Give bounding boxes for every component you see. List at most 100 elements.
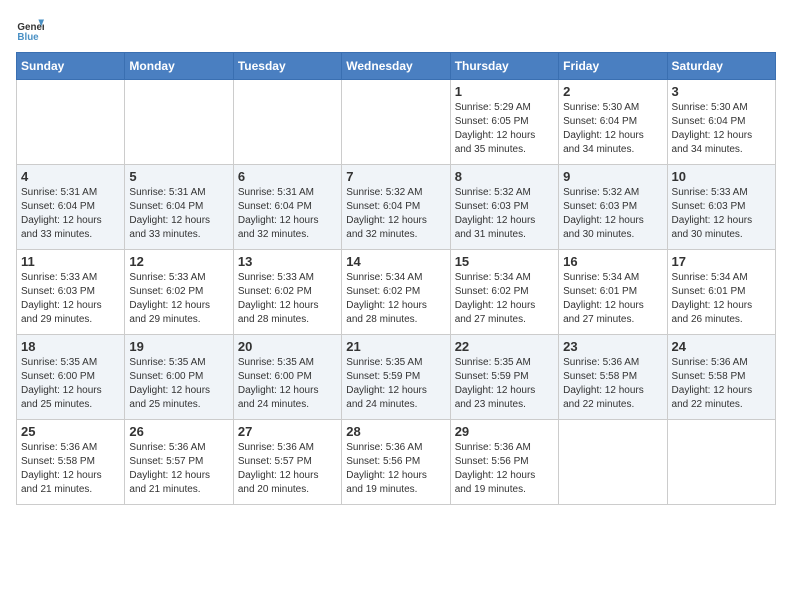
- calendar-cell: 19 Sunrise: 5:35 AM Sunset: 6:00 PM Dayli…: [125, 335, 233, 420]
- day-info: Sunrise: 5:30 AM Sunset: 6:04 PM Dayligh…: [672, 101, 771, 157]
- day-number: 20: [238, 339, 337, 354]
- calendar-cell: 22 Sunrise: 5:35 AM Sunset: 5:59 PM Dayli…: [450, 335, 558, 420]
- calendar-cell: 25 Sunrise: 5:36 AM Sunset: 5:58 PM Dayli…: [17, 420, 125, 505]
- calendar-cell: 4 Sunrise: 5:31 AM Sunset: 6:04 PM Daylig…: [17, 165, 125, 250]
- day-info: Sunrise: 5:32 AM Sunset: 6:04 PM Dayligh…: [346, 186, 445, 242]
- col-header-wednesday: Wednesday: [342, 53, 450, 80]
- day-number: 3: [672, 84, 771, 99]
- day-number: 21: [346, 339, 445, 354]
- calendar-cell: [233, 80, 341, 165]
- day-info: Sunrise: 5:31 AM Sunset: 6:04 PM Dayligh…: [129, 186, 228, 242]
- logo: General Blue: [16, 16, 48, 44]
- day-number: 5: [129, 169, 228, 184]
- day-info: Sunrise: 5:36 AM Sunset: 5:56 PM Dayligh…: [455, 441, 554, 497]
- day-number: 26: [129, 424, 228, 439]
- calendar-cell: 1 Sunrise: 5:29 AM Sunset: 6:05 PM Daylig…: [450, 80, 558, 165]
- day-info: Sunrise: 5:32 AM Sunset: 6:03 PM Dayligh…: [455, 186, 554, 242]
- col-header-friday: Friday: [559, 53, 667, 80]
- day-info: Sunrise: 5:34 AM Sunset: 6:02 PM Dayligh…: [346, 271, 445, 327]
- calendar-cell: 2Sunrise: 5:30 AM Sunset: 6:04 PM Daylig…: [559, 80, 667, 165]
- day-info: Sunrise: 5:35 AM Sunset: 6:00 PM Dayligh…: [129, 356, 228, 412]
- day-number: 24: [672, 339, 771, 354]
- col-header-monday: Monday: [125, 53, 233, 80]
- day-info: Sunrise: 5:33 AM Sunset: 6:03 PM Dayligh…: [21, 271, 120, 327]
- day-info: Sunrise: 5:35 AM Sunset: 6:00 PM Dayligh…: [238, 356, 337, 412]
- calendar-cell: 17 Sunrise: 5:34 AM Sunset: 6:01 PM Dayli…: [667, 250, 775, 335]
- day-number: 2: [563, 84, 662, 99]
- calendar-week-row: 11 Sunrise: 5:33 AM Sunset: 6:03 PM Dayli…: [17, 250, 776, 335]
- day-info: Sunrise: 5:34 AM Sunset: 6:01 PM Dayligh…: [672, 271, 771, 327]
- day-number: 18: [21, 339, 120, 354]
- calendar-cell: 11 Sunrise: 5:33 AM Sunset: 6:03 PM Dayli…: [17, 250, 125, 335]
- day-info: Sunrise: 5:33 AM Sunset: 6:03 PM Dayligh…: [672, 186, 771, 242]
- day-number: 25: [21, 424, 120, 439]
- day-info: Sunrise: 5:34 AM Sunset: 6:02 PM Dayligh…: [455, 271, 554, 327]
- day-info: Sunrise: 5:36 AM Sunset: 5:57 PM Dayligh…: [129, 441, 228, 497]
- calendar-table: SundayMondayTuesdayWednesdayThursdayFrid…: [16, 52, 776, 505]
- day-info: Sunrise: 5:36 AM Sunset: 5:58 PM Dayligh…: [672, 356, 771, 412]
- calendar-cell: 18 Sunrise: 5:35 AM Sunset: 6:00 PM Dayli…: [17, 335, 125, 420]
- day-info: Sunrise: 5:29 AM Sunset: 6:05 PM Dayligh…: [455, 101, 554, 157]
- calendar-cell: 13 Sunrise: 5:33 AM Sunset: 6:02 PM Dayli…: [233, 250, 341, 335]
- calendar-header-row: SundayMondayTuesdayWednesdayThursdayFrid…: [17, 53, 776, 80]
- day-number: 7: [346, 169, 445, 184]
- day-number: 6: [238, 169, 337, 184]
- day-info: Sunrise: 5:34 AM Sunset: 6:01 PM Dayligh…: [563, 271, 662, 327]
- calendar-cell: 21 Sunrise: 5:35 AM Sunset: 5:59 PM Dayli…: [342, 335, 450, 420]
- day-number: 17: [672, 254, 771, 269]
- day-number: 29: [455, 424, 554, 439]
- day-number: 12: [129, 254, 228, 269]
- day-number: 23: [563, 339, 662, 354]
- day-info: Sunrise: 5:36 AM Sunset: 5:58 PM Dayligh…: [21, 441, 120, 497]
- day-info: Sunrise: 5:36 AM Sunset: 5:57 PM Dayligh…: [238, 441, 337, 497]
- calendar-cell: [559, 420, 667, 505]
- calendar-cell: 9Sunrise: 5:32 AM Sunset: 6:03 PM Daylig…: [559, 165, 667, 250]
- calendar-cell: 10 Sunrise: 5:33 AM Sunset: 6:03 PM Dayli…: [667, 165, 775, 250]
- day-number: 10: [672, 169, 771, 184]
- col-header-saturday: Saturday: [667, 53, 775, 80]
- day-number: 22: [455, 339, 554, 354]
- calendar-cell: 3 Sunrise: 5:30 AM Sunset: 6:04 PM Daylig…: [667, 80, 775, 165]
- calendar-cell: [342, 80, 450, 165]
- day-number: 4: [21, 169, 120, 184]
- calendar-cell: [125, 80, 233, 165]
- day-number: 8: [455, 169, 554, 184]
- day-number: 19: [129, 339, 228, 354]
- logo-icon: General Blue: [16, 16, 44, 44]
- day-info: Sunrise: 5:36 AM Sunset: 5:58 PM Dayligh…: [563, 356, 662, 412]
- col-header-thursday: Thursday: [450, 53, 558, 80]
- day-number: 11: [21, 254, 120, 269]
- calendar-week-row: 4 Sunrise: 5:31 AM Sunset: 6:04 PM Daylig…: [17, 165, 776, 250]
- day-number: 1: [455, 84, 554, 99]
- day-info: Sunrise: 5:35 AM Sunset: 5:59 PM Dayligh…: [346, 356, 445, 412]
- calendar-cell: 6 Sunrise: 5:31 AM Sunset: 6:04 PM Daylig…: [233, 165, 341, 250]
- calendar-cell: 8 Sunrise: 5:32 AM Sunset: 6:03 PM Daylig…: [450, 165, 558, 250]
- day-info: Sunrise: 5:35 AM Sunset: 5:59 PM Dayligh…: [455, 356, 554, 412]
- calendar-cell: 27 Sunrise: 5:36 AM Sunset: 5:57 PM Dayli…: [233, 420, 341, 505]
- calendar-cell: 14 Sunrise: 5:34 AM Sunset: 6:02 PM Dayli…: [342, 250, 450, 335]
- calendar-cell: 5 Sunrise: 5:31 AM Sunset: 6:04 PM Daylig…: [125, 165, 233, 250]
- day-number: 15: [455, 254, 554, 269]
- day-info: Sunrise: 5:35 AM Sunset: 6:00 PM Dayligh…: [21, 356, 120, 412]
- calendar-cell: [17, 80, 125, 165]
- day-info: Sunrise: 5:33 AM Sunset: 6:02 PM Dayligh…: [129, 271, 228, 327]
- header: General Blue: [16, 16, 776, 44]
- calendar-cell: 7 Sunrise: 5:32 AM Sunset: 6:04 PM Daylig…: [342, 165, 450, 250]
- day-info: Sunrise: 5:31 AM Sunset: 6:04 PM Dayligh…: [21, 186, 120, 242]
- calendar-cell: [667, 420, 775, 505]
- calendar-week-row: 25 Sunrise: 5:36 AM Sunset: 5:58 PM Dayli…: [17, 420, 776, 505]
- day-number: 14: [346, 254, 445, 269]
- day-number: 16: [563, 254, 662, 269]
- calendar-week-row: 1 Sunrise: 5:29 AM Sunset: 6:05 PM Daylig…: [17, 80, 776, 165]
- day-info: Sunrise: 5:33 AM Sunset: 6:02 PM Dayligh…: [238, 271, 337, 327]
- calendar-week-row: 18 Sunrise: 5:35 AM Sunset: 6:00 PM Dayli…: [17, 335, 776, 420]
- calendar-cell: 16 Sunrise: 5:34 AM Sunset: 6:01 PM Dayli…: [559, 250, 667, 335]
- day-info: Sunrise: 5:32 AM Sunset: 6:03 PM Dayligh…: [563, 186, 662, 242]
- day-info: Sunrise: 5:31 AM Sunset: 6:04 PM Dayligh…: [238, 186, 337, 242]
- day-number: 27: [238, 424, 337, 439]
- calendar-cell: 29 Sunrise: 5:36 AM Sunset: 5:56 PM Dayli…: [450, 420, 558, 505]
- calendar-cell: 20 Sunrise: 5:35 AM Sunset: 6:00 PM Dayli…: [233, 335, 341, 420]
- calendar-cell: 28Sunrise: 5:36 AM Sunset: 5:56 PM Dayli…: [342, 420, 450, 505]
- calendar-cell: 24 Sunrise: 5:36 AM Sunset: 5:58 PM Dayli…: [667, 335, 775, 420]
- day-number: 13: [238, 254, 337, 269]
